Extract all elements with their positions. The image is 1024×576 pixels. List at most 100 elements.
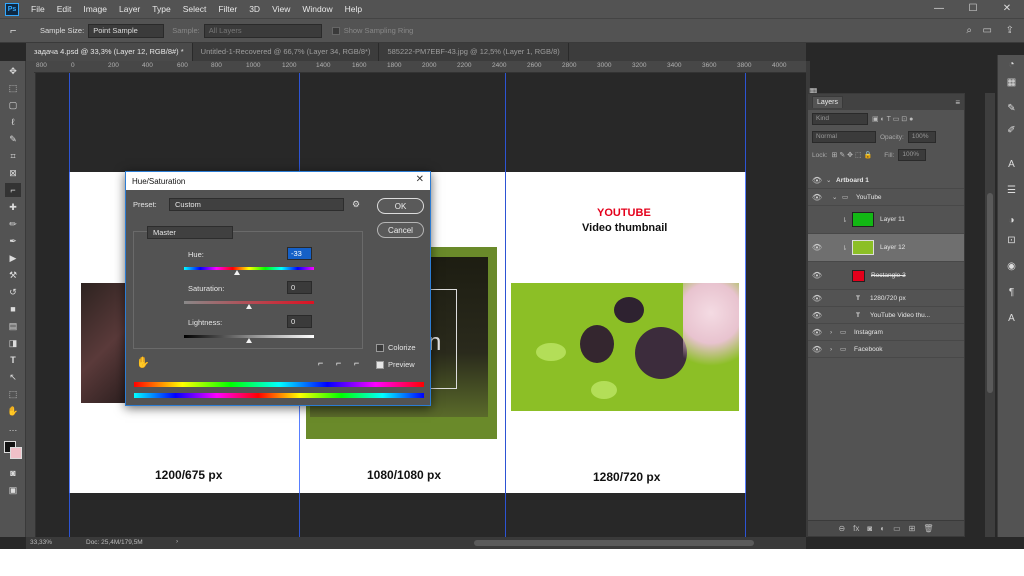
dialog-titlebar[interactable]: Hue/Saturation ✕: [126, 172, 430, 190]
type-tool-icon[interactable]: T: [5, 353, 21, 367]
ok-button[interactable]: OK: [377, 198, 424, 214]
saturation-slider-thumb[interactable]: [246, 304, 252, 309]
brush-settings-icon[interactable]: ✐: [1004, 125, 1019, 139]
color-panel-icon[interactable]: ◔: [1004, 59, 1019, 73]
layer-row-text[interactable]: 👁 T YouTube Video thu...: [808, 307, 964, 324]
guide-line[interactable]: [745, 73, 746, 537]
properties-panel-icon[interactable]: ⊡: [1004, 235, 1019, 249]
menu-window[interactable]: Window: [296, 4, 338, 14]
kind-filter-select[interactable]: Kind: [812, 113, 868, 125]
expand-chevron-icon[interactable]: ›: [830, 329, 840, 336]
cancel-button[interactable]: Cancel: [377, 222, 424, 238]
workspace-icon[interactable]: ▭: [983, 25, 992, 36]
layer-row-text[interactable]: 👁 T 1280/720 px: [808, 290, 964, 307]
path-select-tool-icon[interactable]: ↖: [5, 370, 21, 384]
panel-menu-icon[interactable]: ≡: [955, 98, 960, 107]
adjustments-panel-icon[interactable]: ◑: [1004, 215, 1019, 229]
add-mask-icon[interactable]: ◙: [867, 524, 872, 533]
visibility-eye-icon[interactable]: 👁: [808, 345, 826, 354]
tab-doc-1[interactable]: задача 4.psd @ 33,3% (Layer 12, RGB/8#) …: [26, 43, 193, 61]
minimize-button[interactable]: —: [922, 0, 956, 18]
show-sampling-ring-checkbox[interactable]: [331, 26, 340, 35]
frame-tool-icon[interactable]: ⊠: [5, 166, 21, 180]
eyedropper-plus-icon[interactable]: ⌐: [336, 358, 341, 368]
link-layers-icon[interactable]: ⊖: [838, 524, 845, 533]
saturation-input[interactable]: 0: [287, 281, 312, 294]
settings-gear-icon[interactable]: ⚙: [352, 199, 360, 210]
sample-select[interactable]: All Layers: [203, 23, 322, 38]
libraries-panel-icon[interactable]: ◉: [1004, 261, 1019, 275]
menu-file[interactable]: File: [25, 4, 51, 14]
quick-select-tool-icon[interactable]: ✎: [5, 132, 21, 146]
menu-3d[interactable]: 3D: [243, 4, 266, 14]
brush-tool-icon[interactable]: ✏: [5, 217, 21, 231]
eyedropper-tool-icon[interactable]: ⌐: [5, 183, 21, 197]
horizontal-scrollbar[interactable]: [474, 540, 754, 546]
doc-size[interactable]: Doc: 25,4M/179,5M: [86, 539, 143, 546]
swatches-panel-icon[interactable]: ▦: [1004, 77, 1019, 91]
status-menu-arrow-icon[interactable]: ›: [176, 538, 178, 545]
expand-chevron-icon[interactable]: ⌄: [826, 176, 836, 184]
layer-row-layer-selected[interactable]: 👁 ⇂ Layer 12: [808, 234, 964, 262]
expand-chevron-icon[interactable]: ›: [830, 346, 840, 353]
new-group-icon[interactable]: ▭: [893, 524, 901, 533]
menu-image[interactable]: Image: [77, 4, 113, 14]
guide-line[interactable]: [505, 73, 506, 537]
artboard-tool-icon[interactable]: ⬚: [5, 81, 21, 95]
layer-row-layer[interactable]: 👁 ⇂ Layer 11: [808, 206, 964, 234]
delete-layer-icon[interactable]: 🗑: [923, 524, 933, 533]
preset-select[interactable]: Custom: [169, 198, 344, 211]
more-tools-icon[interactable]: …: [5, 421, 21, 435]
expand-chevron-icon[interactable]: ⌄: [832, 193, 842, 201]
screen-mode-icon[interactable]: ▣: [5, 483, 21, 497]
menu-layer[interactable]: Layer: [113, 4, 146, 14]
targeted-adjustment-hand-icon[interactable]: ✋: [136, 356, 150, 369]
lock-icons[interactable]: ⊞ ✎ ✥ ⬚ 🔒: [832, 151, 873, 159]
hue-slider-track[interactable]: [184, 267, 314, 270]
opacity-input[interactable]: 100%: [907, 131, 936, 143]
clone-stamp-tool-icon[interactable]: ⚒: [5, 268, 21, 282]
fill-input[interactable]: 100%: [898, 149, 927, 161]
share-icon[interactable]: ⇪: [1006, 25, 1014, 36]
menu-select[interactable]: Select: [177, 4, 213, 14]
visibility-eye-icon[interactable]: 👁: [808, 243, 826, 252]
layer-row-artboard[interactable]: 👁 › ▭ Facebook: [808, 341, 964, 358]
guide-line[interactable]: [69, 73, 70, 537]
colorize-checkbox[interactable]: [376, 344, 384, 352]
visibility-eye-icon[interactable]: 👁: [808, 328, 826, 337]
eraser-tool-icon[interactable]: ◨: [5, 336, 21, 350]
new-layer-icon[interactable]: ⊞: [909, 524, 916, 533]
close-window-button[interactable]: ✕: [990, 0, 1024, 18]
search-icon[interactable]: ⌕: [966, 25, 972, 36]
visibility-eye-icon[interactable]: 👁: [808, 176, 826, 185]
direct-select-tool-icon[interactable]: ▶: [5, 251, 21, 265]
menu-edit[interactable]: Edit: [51, 4, 78, 14]
photoshop-logo-icon[interactable]: Ps: [5, 2, 19, 16]
adjustment-layer-icon[interactable]: ◐: [880, 524, 885, 533]
visibility-eye-icon[interactable]: 👁: [808, 215, 826, 224]
crop-tool-icon[interactable]: ⌗: [5, 149, 21, 163]
tab-doc-3[interactable]: 585222-PM7EBF-43.jpg @ 12,5% (Layer 1, R…: [379, 43, 569, 61]
layer-row-artboard[interactable]: 👁 › ▭ Instagram: [808, 324, 964, 341]
close-icon[interactable]: ✕: [416, 174, 424, 185]
zoom-level[interactable]: 33,33%: [30, 539, 52, 546]
quick-mask-icon[interactable]: ◙: [5, 466, 21, 480]
visibility-eye-icon[interactable]: 👁: [808, 193, 826, 202]
lightness-input[interactable]: 0: [287, 315, 312, 328]
layer-row-artboard[interactable]: 👁 ⌄ Artboard 1: [808, 172, 964, 189]
artboard-youtube[interactable]: YOUTUBE Video thumbnail 1280/720 px: [506, 172, 746, 493]
lasso-tool-icon[interactable]: ℓ: [5, 115, 21, 129]
move-tool-icon[interactable]: ✥: [5, 64, 21, 78]
eyedropper-icon[interactable]: ⌐: [318, 358, 323, 368]
hue-input[interactable]: -33: [287, 247, 312, 260]
layers-tab[interactable]: Layers: [812, 96, 844, 108]
character-panel-icon[interactable]: A: [1004, 159, 1019, 173]
menu-type[interactable]: Type: [146, 4, 176, 14]
layers-scrollbar[interactable]: [985, 93, 995, 537]
paragraph-panel-icon[interactable]: ¶: [1004, 287, 1019, 301]
healing-brush-tool-icon[interactable]: ✚: [5, 200, 21, 214]
preview-checkbox[interactable]: [376, 361, 384, 369]
pen-path-tool-icon[interactable]: ✒: [5, 234, 21, 248]
sample-size-select[interactable]: Point Sample: [88, 23, 165, 38]
glyphs-panel-icon[interactable]: ☰: [1004, 185, 1019, 199]
